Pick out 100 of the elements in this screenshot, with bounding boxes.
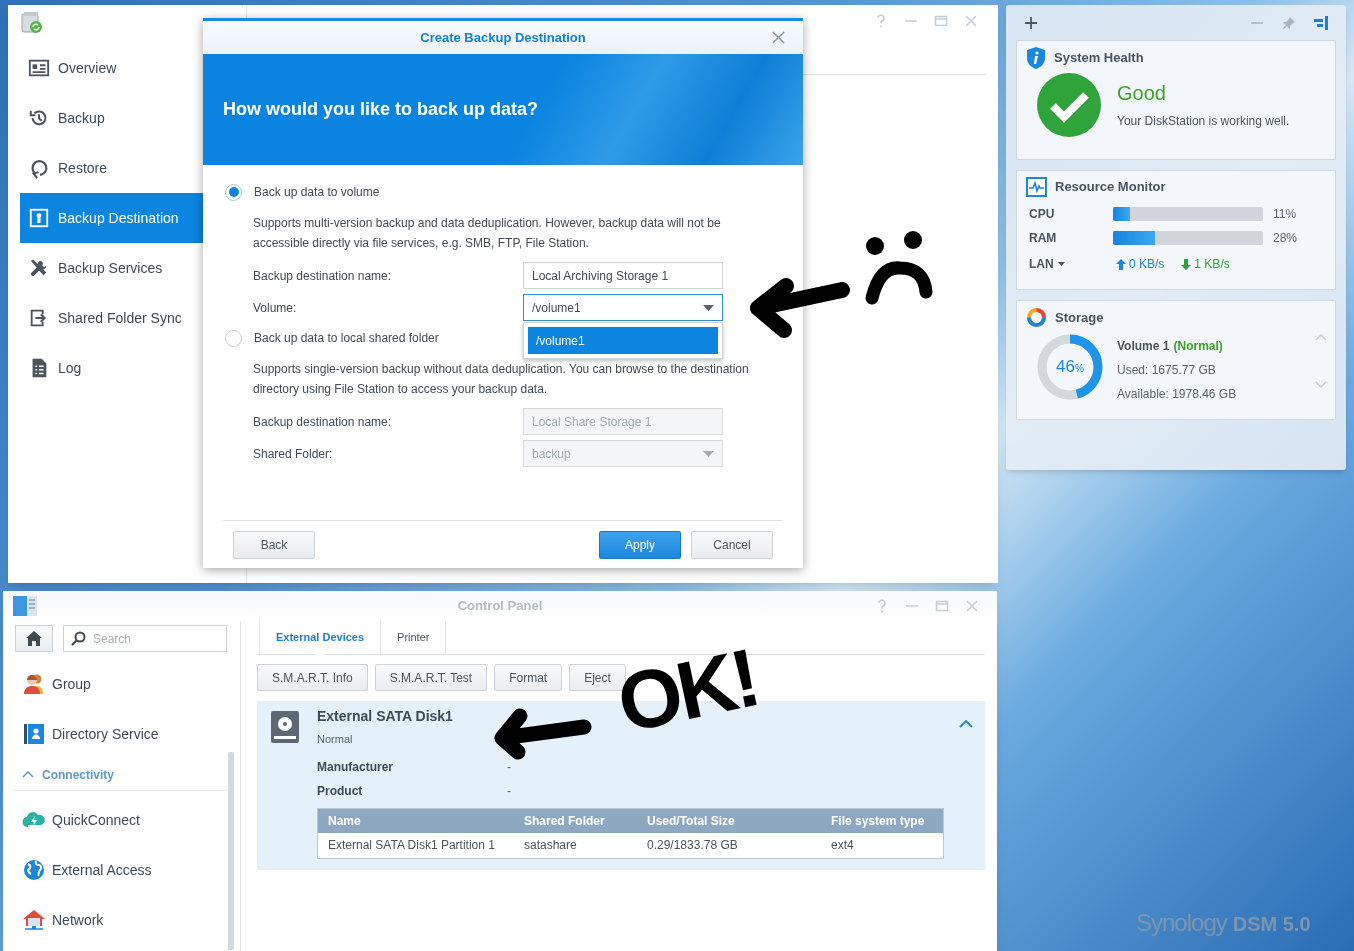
option-description: Supports single-version backup without data deduplication. You can browse to the destination directory using File Station to access your backup data. bbox=[252, 361, 750, 398]
sidebar-item[interactable]: QuickConnect bbox=[3, 795, 226, 845]
sidebar-item[interactable]: Backup Services bbox=[20, 243, 203, 293]
column-header: Name bbox=[327, 812, 362, 830]
table-cell-text: satashare bbox=[523, 837, 578, 854]
widget-title: System Health bbox=[1054, 49, 1144, 68]
health-message: Your DiskStation is working well. bbox=[1117, 113, 1290, 130]
desktop-product: DSM 5.0 bbox=[1232, 912, 1311, 937]
table-cell-text: 0.29/1833.78 GB bbox=[646, 837, 739, 854]
field-label: Backup destination name: bbox=[253, 267, 393, 285]
sidebar-item-icon bbox=[22, 908, 46, 932]
property-label: Manufacturer bbox=[317, 758, 394, 776]
caret-icon bbox=[703, 304, 714, 311]
chevron-down-icon[interactable] bbox=[1315, 381, 1327, 388]
sidebar-item-icon bbox=[28, 207, 50, 229]
input-field: Local Share Storage 1 bbox=[523, 408, 723, 435]
column-header: File system type bbox=[830, 812, 926, 830]
toolbar-button[interactable]: S.M.A.R.T. Info bbox=[257, 664, 368, 691]
dropdown-option[interactable]: /volume1 bbox=[528, 327, 718, 354]
meter-reading: 28% bbox=[1273, 230, 1298, 247]
device-name: External SATA Disk1 bbox=[317, 707, 454, 726]
sidebar-item[interactable]: Network bbox=[3, 895, 226, 945]
search-icon bbox=[71, 631, 86, 646]
tab[interactable]: Printer bbox=[381, 621, 447, 654]
radio-label: Back up data to local shared folder bbox=[254, 330, 439, 347]
sidebar-item[interactable]: Group bbox=[3, 659, 226, 709]
property-value: - bbox=[507, 758, 511, 776]
property-value: - bbox=[507, 782, 511, 800]
sidebar-item[interactable]: Backup bbox=[20, 93, 203, 143]
maximize-icon[interactable] bbox=[934, 14, 948, 28]
app-icon bbox=[20, 11, 44, 35]
scrollbar[interactable] bbox=[228, 752, 234, 950]
desktop-brand: Synology bbox=[1136, 908, 1227, 938]
column-header: Shared Folder bbox=[523, 812, 606, 830]
dialog-button[interactable]: Cancel bbox=[691, 531, 773, 559]
close-icon[interactable] bbox=[965, 599, 979, 613]
field-label: Volume: bbox=[253, 299, 298, 317]
sidebar-item[interactable]: Backup Destination bbox=[20, 193, 203, 243]
pulse-monitor-icon bbox=[1026, 177, 1047, 197]
sidebar-item[interactable]: External Access bbox=[3, 845, 226, 895]
chevron-up-icon[interactable] bbox=[959, 720, 973, 728]
widget-title: Resource Monitor bbox=[1055, 178, 1166, 197]
volume-used: Used: 1675.77 GB bbox=[1117, 362, 1217, 379]
add-icon[interactable] bbox=[1024, 15, 1038, 30]
close-icon[interactable] bbox=[964, 14, 978, 28]
sidebar-item-icon bbox=[22, 722, 46, 746]
device-status: Normal bbox=[317, 732, 354, 747]
input-field[interactable]: Local Archiving Storage 1 bbox=[523, 262, 723, 289]
sidebar-item[interactable]: Overview bbox=[20, 43, 203, 93]
home-button[interactable] bbox=[15, 625, 53, 652]
table-cell-text: ext4 bbox=[830, 837, 855, 854]
sidebar-item[interactable]: Directory Service bbox=[3, 709, 226, 759]
sidebar-item[interactable]: Log bbox=[20, 343, 203, 393]
radio-button[interactable] bbox=[225, 329, 242, 347]
help-icon[interactable] bbox=[874, 14, 888, 28]
caret-icon[interactable] bbox=[1057, 262, 1065, 266]
sidebar-item-icon bbox=[22, 858, 46, 882]
table-cell-text: External SATA Disk1 Partition 1 bbox=[327, 837, 496, 854]
usage-percent: 46% bbox=[1056, 356, 1084, 379]
radio-label: Back up data to volume bbox=[254, 184, 380, 201]
maximize-icon[interactable] bbox=[935, 599, 949, 613]
dropdown: backup bbox=[523, 440, 723, 467]
option-description: Supports multi-version backup and data deduplication. However, backup data will not be accessible directly via file services, e.g. SMB, FTP, File Station. bbox=[252, 215, 722, 252]
field-label: Shared Folder: bbox=[253, 445, 334, 463]
chevron-up-icon bbox=[22, 771, 34, 778]
panel-icon[interactable] bbox=[1314, 15, 1328, 30]
volume-available: Available: 1978.46 GB bbox=[1117, 386, 1237, 403]
tab[interactable]: External Devices bbox=[259, 621, 382, 654]
toolbar-button[interactable]: S.M.A.R.T. Test bbox=[374, 664, 488, 691]
app-icon bbox=[13, 596, 37, 616]
download-speed: 1 KB/s bbox=[1194, 256, 1230, 273]
dropdown[interactable]: /volume1 bbox=[523, 294, 723, 321]
dialog-button[interactable]: Back bbox=[233, 531, 315, 559]
storage-ring-icon bbox=[1026, 307, 1047, 328]
check-circle-icon bbox=[1037, 73, 1101, 137]
volume-name: Volume 1 bbox=[1117, 338, 1170, 355]
search-field[interactable]: Search bbox=[63, 625, 227, 652]
toolbar-button[interactable]: Format bbox=[494, 664, 563, 691]
meter-label: RAM bbox=[1029, 230, 1058, 247]
network-label: LAN bbox=[1029, 256, 1054, 273]
window-title: Control Panel bbox=[457, 597, 543, 616]
sidebar-item[interactable]: Shared Folder Sync bbox=[20, 293, 203, 343]
dialog-heading: How would you like to back up data? bbox=[223, 98, 539, 121]
meter-label: CPU bbox=[1029, 206, 1056, 223]
pin-icon[interactable] bbox=[1282, 15, 1296, 30]
chevron-up-icon[interactable] bbox=[1315, 334, 1327, 341]
sidebar-item-icon bbox=[28, 57, 50, 79]
column-header: Used/Total Size bbox=[646, 812, 736, 830]
sidebar-item-icon bbox=[22, 672, 46, 696]
close-icon[interactable] bbox=[772, 31, 785, 44]
meter-reading: 11% bbox=[1273, 206, 1297, 223]
upload-speed: 0 KB/s bbox=[1129, 256, 1165, 273]
sidebar-item[interactable]: Restore bbox=[20, 143, 203, 193]
help-icon[interactable] bbox=[875, 599, 889, 613]
widget-title: Storage bbox=[1055, 308, 1104, 327]
home-icon bbox=[26, 631, 42, 646]
donut-chart bbox=[1037, 334, 1103, 400]
caret-icon bbox=[703, 450, 714, 457]
radio-button[interactable] bbox=[225, 183, 242, 201]
health-status: Good bbox=[1117, 81, 1167, 106]
